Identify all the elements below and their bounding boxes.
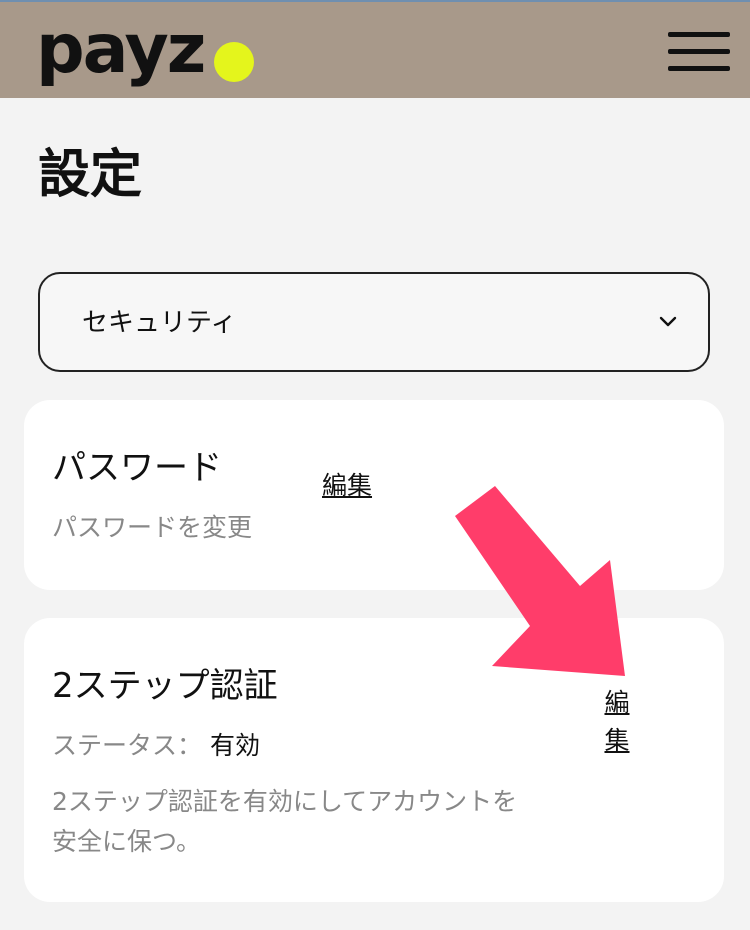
two-step-title: 2ステップ認証 (52, 666, 278, 706)
password-title: パスワード (52, 448, 222, 488)
red-arrow-icon (455, 486, 625, 676)
menu-line (668, 32, 730, 37)
category-select-value: セキュリティ (82, 308, 237, 338)
chevron-down-icon (659, 316, 677, 327)
category-select[interactable]: セキュリティ (38, 272, 710, 372)
payz-logo[interactable]: payz (36, 10, 206, 90)
logo-dot-icon (214, 42, 254, 82)
menu-line (668, 66, 730, 71)
page-title: 設定 (38, 145, 143, 205)
two-step-description-line1: 2ステップ認証を有効にしてアカウントを (52, 787, 518, 816)
two-step-description-line2: 安全に保つ。 (52, 827, 202, 856)
password-edit-link[interactable]: 編集 (322, 470, 372, 502)
status-value: 有効 (209, 731, 260, 760)
menu-line (668, 49, 730, 54)
two-step-status: ステータス： 有効 (52, 726, 260, 766)
app-header: payz (0, 0, 750, 98)
status-label: ステータス： (52, 731, 203, 760)
password-description: パスワードを変更 (52, 513, 253, 542)
hamburger-menu-icon[interactable] (668, 28, 730, 76)
